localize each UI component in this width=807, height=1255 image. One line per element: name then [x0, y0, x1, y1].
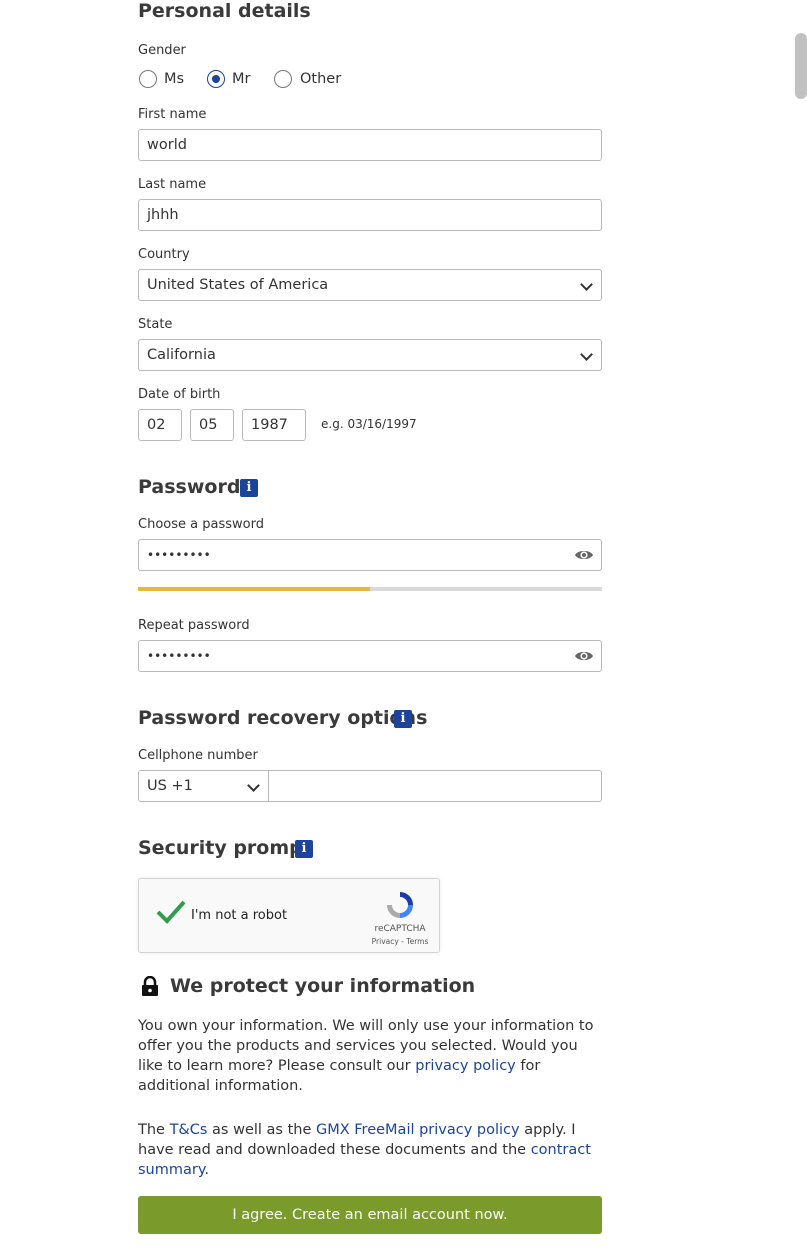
last-name-value: jhhh: [147, 207, 179, 223]
gender-radio-other[interactable]: [274, 70, 292, 88]
country-label: Country: [138, 247, 190, 262]
password-strength-track: [138, 587, 602, 591]
privacy-policy-link[interactable]: privacy policy: [415, 1058, 516, 1074]
first-name-field[interactable]: world: [138, 129, 602, 161]
dob-year-field[interactable]: 1987: [242, 409, 306, 441]
recaptcha-logo-icon: [387, 892, 413, 918]
choose-password-label: Choose a password: [138, 517, 264, 532]
protect-paragraph: You own your information. We will only u…: [138, 1016, 602, 1096]
terms-text-2: as well as the: [207, 1122, 316, 1138]
dob-hint: e.g. 03/16/1997: [321, 417, 417, 431]
security-heading: Security prompt: [138, 837, 312, 859]
protect-heading: We protect your information: [170, 975, 476, 997]
terms-paragraph: The T&Cs as well as the GMX FreeMail pri…: [138, 1120, 602, 1180]
terms-text-4: .: [204, 1162, 209, 1178]
password-strength-bar: [138, 587, 370, 591]
chevron-down-icon: [580, 348, 593, 361]
chevron-down-icon: [580, 278, 593, 291]
dob-day-value: 05: [199, 417, 218, 433]
eye-icon[interactable]: [574, 649, 594, 663]
create-account-button[interactable]: I agree. Create an email account now.: [138, 1196, 602, 1234]
terms-text-1: The: [138, 1122, 170, 1138]
recaptcha-widget: I'm not a robot reCAPTCHA Privacy - Term…: [138, 878, 440, 953]
gmx-privacy-policy-link[interactable]: GMX FreeMail privacy policy: [316, 1122, 520, 1138]
info-icon[interactable]: i: [394, 710, 412, 728]
country-code-value: US +1: [147, 778, 193, 794]
gender-radio-mr[interactable]: [207, 70, 225, 88]
dob-month-value: 02: [147, 417, 166, 433]
info-icon[interactable]: i: [240, 479, 258, 497]
personal-details-heading: Personal details: [138, 0, 311, 22]
recovery-heading: Password recovery options: [138, 707, 428, 729]
state-value: California: [147, 347, 216, 363]
dob-day-field[interactable]: 05: [190, 409, 234, 441]
gender-other-label[interactable]: Other: [300, 71, 341, 87]
gender-ms-label[interactable]: Ms: [164, 71, 184, 87]
country-code-select[interactable]: US +1: [138, 770, 269, 802]
gender-mr-label[interactable]: Mr: [232, 71, 250, 87]
captcha-brand: reCAPTCHA: [374, 924, 426, 934]
gender-radio-ms[interactable]: [139, 70, 157, 88]
chevron-down-icon: [247, 779, 260, 792]
repeat-password-label: Repeat password: [138, 618, 250, 633]
choose-password-value: •••••••••: [147, 548, 211, 562]
repeat-password-field[interactable]: •••••••••: [138, 640, 602, 672]
cellphone-input[interactable]: [268, 770, 602, 802]
captcha-links[interactable]: Privacy - Terms: [365, 937, 435, 946]
captcha-label: I'm not a robot: [191, 908, 288, 923]
last-name-field[interactable]: jhhh: [138, 199, 602, 231]
page-scrollbar[interactable]: [795, 33, 807, 99]
state-label: State: [138, 317, 173, 332]
dob-month-field[interactable]: 02: [138, 409, 182, 441]
state-select[interactable]: California: [138, 339, 602, 371]
first-name-value: world: [147, 137, 187, 153]
dob-label: Date of birth: [138, 387, 221, 402]
country-value: United States of America: [147, 277, 329, 293]
last-name-label: Last name: [138, 177, 207, 192]
password-heading: Password: [138, 476, 241, 498]
info-icon[interactable]: i: [295, 840, 313, 858]
lock-icon: [142, 976, 158, 996]
eye-icon[interactable]: [574, 548, 594, 562]
choose-password-field[interactable]: •••••••••: [138, 539, 602, 571]
checkmark-icon[interactable]: [155, 899, 187, 925]
country-select[interactable]: United States of America: [138, 269, 602, 301]
gender-label: Gender: [138, 43, 186, 58]
repeat-password-value: •••••••••: [147, 649, 211, 663]
tcs-link[interactable]: T&Cs: [170, 1122, 208, 1138]
first-name-label: First name: [138, 107, 207, 122]
cellphone-label: Cellphone number: [138, 748, 258, 763]
dob-year-value: 1987: [251, 417, 288, 433]
